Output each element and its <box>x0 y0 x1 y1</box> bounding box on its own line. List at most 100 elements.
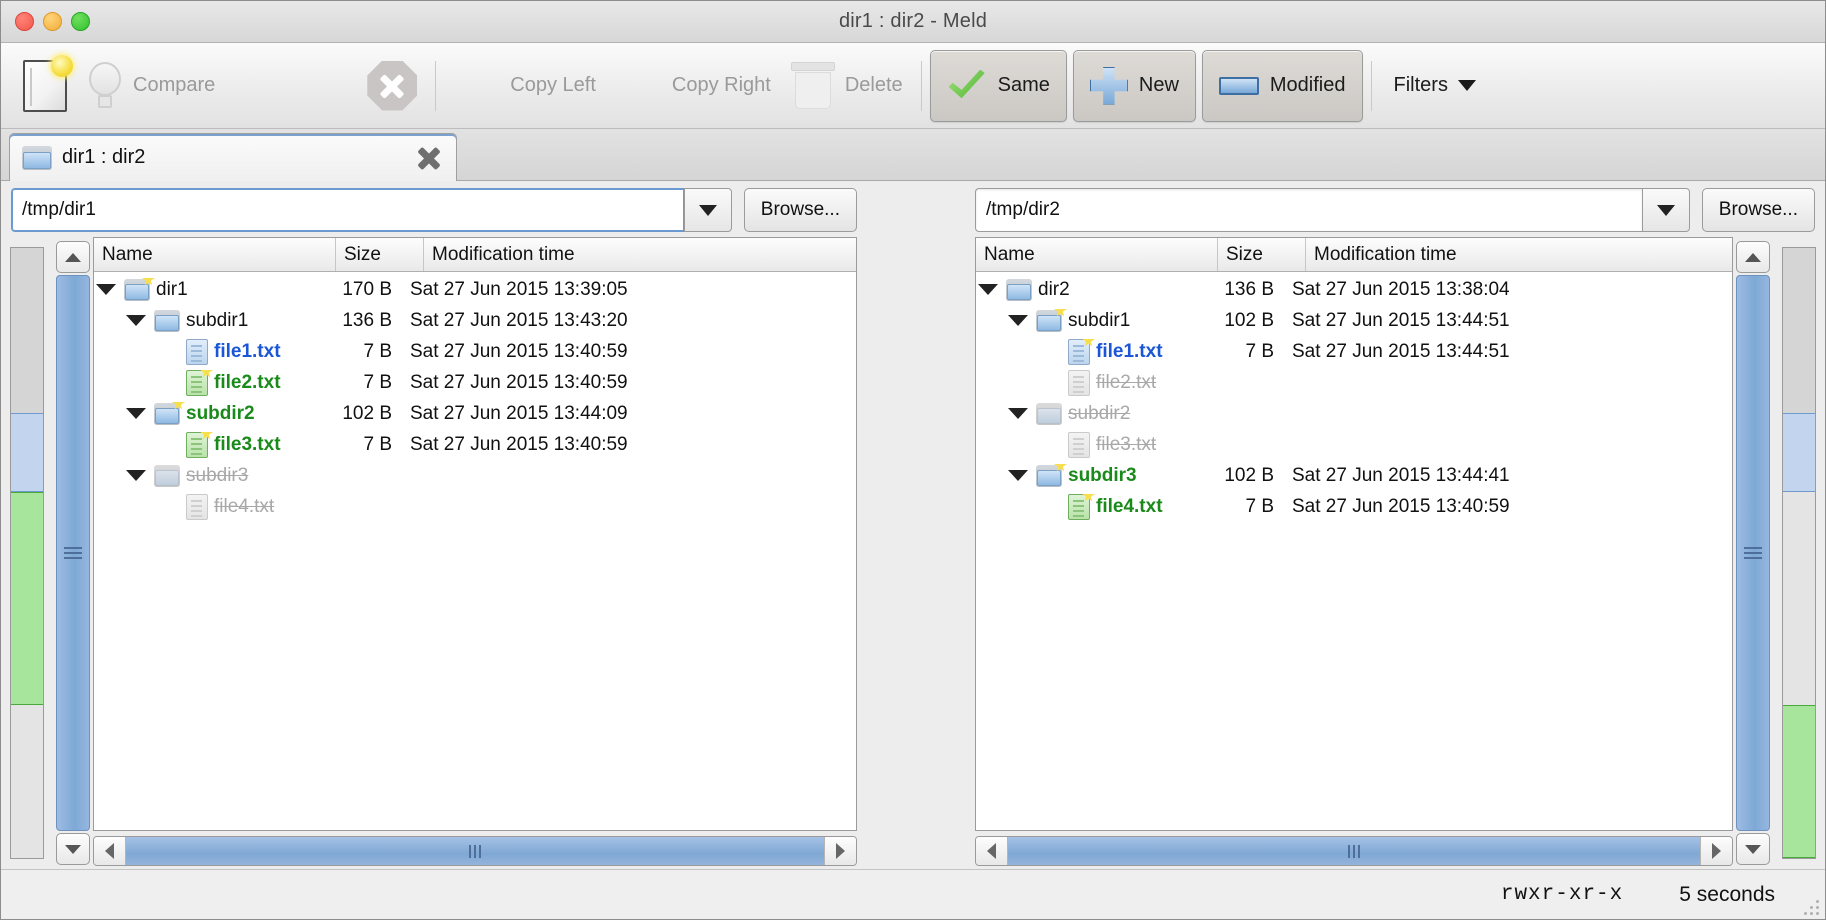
expander-triangle-icon[interactable] <box>976 284 1000 295</box>
next-difference-button[interactable] <box>291 54 357 118</box>
table-row[interactable]: subdir1 102 B Sat 27 Jun 2015 13:44:51 <box>976 305 1732 336</box>
table-row[interactable]: dir2 136 B Sat 27 Jun 2015 13:38:04 <box>976 274 1732 305</box>
tab-dir1-dir2[interactable]: dir1 : dir2 <box>9 133 457 181</box>
document-icon <box>186 431 213 458</box>
copy-right-button[interactable]: Copy Right <box>606 54 781 118</box>
new-comparison-button[interactable] <box>13 54 77 118</box>
scroll-thumb[interactable] <box>1736 275 1770 831</box>
table-row[interactable]: file4.txt <box>94 491 856 522</box>
table-row[interactable]: subdir3 102 B Sat 27 Jun 2015 13:44:41 <box>976 460 1732 491</box>
minimize-button[interactable] <box>43 12 62 31</box>
zoom-button[interactable] <box>71 12 90 31</box>
scroll-thumb[interactable] <box>1008 837 1700 865</box>
elapsed-time-text: 5 seconds <box>1679 882 1775 906</box>
overview-segment-gray <box>11 248 43 413</box>
scroll-left-button[interactable] <box>94 837 126 865</box>
table-row[interactable]: file3.txt 7 B Sat 27 Jun 2015 13:40:59 <box>94 429 856 460</box>
scroll-down-button[interactable] <box>56 833 90 865</box>
scroll-right-button[interactable] <box>824 837 856 865</box>
expander-triangle-icon[interactable] <box>124 315 148 326</box>
table-row[interactable]: file2.txt <box>976 367 1732 398</box>
right-file-tree[interactable]: Name Size Modification time dir2 136 B Sat… <box>975 237 1733 831</box>
resize-grip-icon[interactable] <box>1801 897 1819 915</box>
filter-new-toggle[interactable]: New <box>1072 49 1196 122</box>
right-tree-rows: dir2 136 B Sat 27 Jun 2015 13:38:04 subdir1… <box>976 272 1732 830</box>
caret-up-icon <box>65 252 81 262</box>
scroll-down-button[interactable] <box>1736 833 1770 865</box>
left-path-dropdown-button[interactable] <box>683 188 732 232</box>
table-row[interactable]: subdir2 <box>976 398 1732 429</box>
table-row[interactable]: file3.txt <box>976 429 1732 460</box>
table-row[interactable]: subdir1 136 B Sat 27 Jun 2015 13:43:20 <box>94 305 856 336</box>
column-header-name[interactable]: Name <box>94 238 336 271</box>
right-vertical-scrollbar[interactable] <box>1733 237 1773 869</box>
file-name: file3.txt <box>214 433 281 455</box>
scroll-thumb[interactable] <box>56 275 90 831</box>
delete-button[interactable]: Delete <box>781 54 913 118</box>
stop-button[interactable] <box>357 54 427 118</box>
table-row[interactable]: file1.txt 7 B Sat 27 Jun 2015 13:40:59 <box>94 336 856 367</box>
table-row[interactable]: dir1 170 B Sat 27 Jun 2015 13:39:05 <box>94 274 856 305</box>
column-header-size[interactable]: Size <box>336 238 424 271</box>
previous-difference-button[interactable] <box>225 54 291 118</box>
overview-segment-green <box>1783 705 1815 858</box>
table-row[interactable]: subdir3 <box>94 460 856 491</box>
copy-left-button[interactable]: Copy Left <box>444 54 606 118</box>
row-name-cell: subdir1 <box>94 309 336 333</box>
column-header-time[interactable]: Modification time <box>424 238 856 271</box>
filter-modified-toggle[interactable]: Modified <box>1201 49 1363 122</box>
left-vertical-scrollbar[interactable] <box>53 237 93 869</box>
left-path-combo[interactable]: /tmp/dir1 <box>11 188 732 232</box>
scroll-up-button[interactable] <box>1736 241 1770 273</box>
expander-triangle-icon[interactable] <box>1006 470 1030 481</box>
filters-menu-button[interactable]: Filters <box>1380 74 1490 97</box>
left-path-input[interactable]: /tmp/dir1 <box>11 188 684 232</box>
expander-triangle-icon[interactable] <box>124 470 148 481</box>
scroll-right-button[interactable] <box>1700 837 1732 865</box>
close-tab-icon[interactable] <box>414 143 444 173</box>
column-header-time[interactable]: Modification time <box>1306 238 1732 271</box>
folder-icon <box>1006 278 1032 302</box>
trash-icon <box>790 61 835 110</box>
row-name-cell: file3.txt <box>94 431 336 458</box>
left-overview-map[interactable] <box>10 247 44 859</box>
file-name: dir1 <box>156 278 188 300</box>
expander-triangle-icon[interactable] <box>1006 408 1030 419</box>
scroll-left-button[interactable] <box>976 837 1008 865</box>
scroll-track[interactable] <box>56 275 90 831</box>
table-row[interactable]: file1.txt 7 B Sat 27 Jun 2015 13:44:51 <box>976 336 1732 367</box>
pane-divider[interactable] <box>867 181 965 869</box>
table-row[interactable]: file2.txt 7 B Sat 27 Jun 2015 13:40:59 <box>94 367 856 398</box>
right-overview-map[interactable] <box>1782 247 1816 859</box>
left-file-tree[interactable]: Name Size Modification time dir1 170 B Sat… <box>93 237 857 831</box>
expander-triangle-icon[interactable] <box>124 408 148 419</box>
column-header-size[interactable]: Size <box>1218 238 1306 271</box>
left-horizontal-scrollbar[interactable] <box>93 831 857 869</box>
arrow-right-icon <box>616 67 662 105</box>
right-path-dropdown-button[interactable] <box>1641 188 1690 232</box>
right-browse-button[interactable]: Browse... <box>1701 188 1815 232</box>
row-name-cell: dir2 <box>976 278 1218 302</box>
column-header-name[interactable]: Name <box>976 238 1218 271</box>
expander-triangle-icon[interactable] <box>94 284 118 295</box>
expander-triangle-icon[interactable] <box>1006 315 1030 326</box>
close-button[interactable] <box>15 12 34 31</box>
row-name-cell: file2.txt <box>976 369 1218 396</box>
scroll-up-button[interactable] <box>56 241 90 273</box>
filter-same-toggle[interactable]: Same <box>929 49 1067 122</box>
right-path-input[interactable]: /tmp/dir2 <box>975 188 1642 232</box>
right-path-combo[interactable]: /tmp/dir2 <box>975 188 1690 232</box>
scroll-thumb[interactable] <box>126 837 824 865</box>
right-horizontal-scrollbar[interactable] <box>975 831 1733 869</box>
minus-icon <box>1218 76 1259 95</box>
table-row[interactable]: file4.txt 7 B Sat 27 Jun 2015 13:40:59 <box>976 491 1732 522</box>
table-row[interactable]: subdir2 102 B Sat 27 Jun 2015 13:44:09 <box>94 398 856 429</box>
toolbar-separator-2 <box>920 60 922 111</box>
left-tree-area: Name Size Modification time dir1 170 B Sat… <box>1 237 867 869</box>
file-name: dir2 <box>1038 278 1070 300</box>
caret-right-icon <box>836 843 845 859</box>
compare-button[interactable]: Compare <box>77 54 225 118</box>
title-bar: dir1 : dir2 - Meld <box>1 1 1825 43</box>
scroll-track[interactable] <box>1736 275 1770 831</box>
left-browse-button[interactable]: Browse... <box>743 188 857 232</box>
